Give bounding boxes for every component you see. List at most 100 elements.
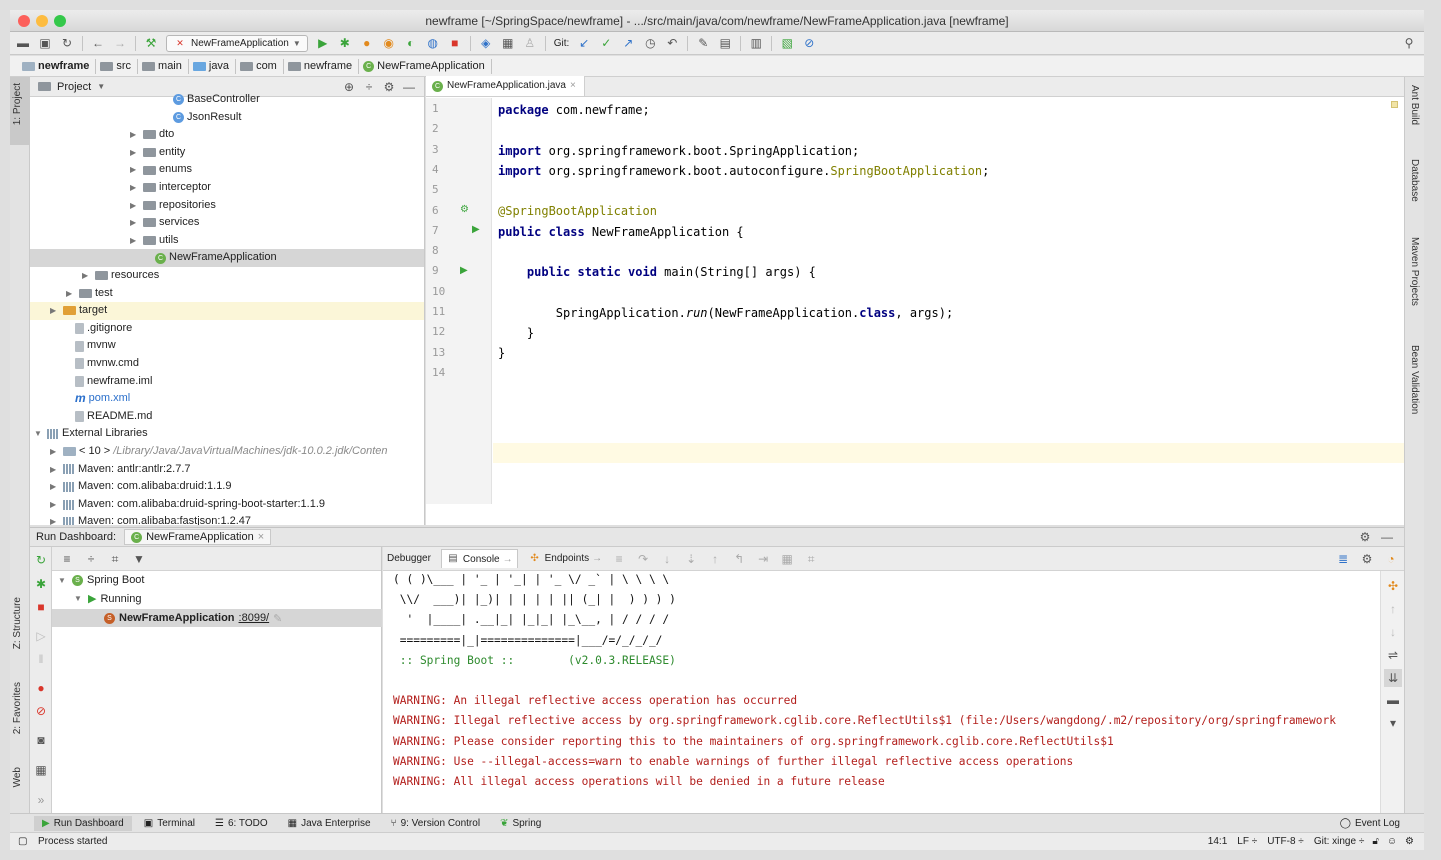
forward-icon[interactable]: →: [113, 36, 127, 50]
search-icon[interactable]: ⚲: [1402, 36, 1416, 50]
project-tree-item[interactable]: ▶ test: [30, 285, 424, 303]
git-commit-icon[interactable]: ✓: [599, 36, 613, 50]
history-icon[interactable]: ◷: [643, 36, 657, 50]
expand-arrow-icon[interactable]: ▶: [130, 232, 140, 250]
gear-icon[interactable]: ⚙: [1358, 530, 1372, 544]
tool-todo[interactable]: ☰ 6: TODO: [207, 816, 276, 831]
expand-arrow-icon[interactable]: ▶: [130, 161, 140, 179]
file-encoding[interactable]: UTF-8 ÷: [1267, 836, 1304, 847]
project-tree-item[interactable]: ▶ utils: [30, 232, 424, 250]
tool-terminal[interactable]: ▣ Terminal: [136, 816, 203, 831]
tool-event-log[interactable]: ◯ Event Log: [1332, 816, 1408, 831]
attach-icon[interactable]: ◐: [404, 36, 418, 50]
evaluate-icon[interactable]: ▦: [780, 552, 794, 566]
breadcrumb-java[interactable]: java: [189, 58, 237, 74]
caret-position[interactable]: 14:1: [1208, 836, 1227, 847]
view-breakpoints-icon[interactable]: ●: [34, 681, 48, 695]
bean-validation-tool-button[interactable]: Bean Validation: [1409, 345, 1420, 414]
line-separator[interactable]: LF ÷: [1237, 836, 1257, 847]
favorites-tool-button[interactable]: 2: Favorites: [12, 682, 23, 734]
tool-version-control[interactable]: ⑂ 9: Version Control: [383, 816, 489, 831]
project-tree-item[interactable]: ▶ target: [30, 302, 424, 320]
ant-build-tool-button[interactable]: Ant Build: [1409, 85, 1420, 125]
update-icon[interactable]: ◍: [426, 36, 440, 50]
tree-running[interactable]: ▼ ▶ Running: [74, 592, 141, 606]
project-tree-item[interactable]: newframe.iml: [30, 373, 424, 391]
run-dashboard-tab[interactable]: C NewFrameApplication ×: [124, 529, 272, 545]
run-configuration-select[interactable]: ✕ NewFrameApplication ▼: [166, 34, 308, 52]
hector-icon[interactable]: ☺: [1387, 836, 1397, 847]
sync-icon[interactable]: ↻: [60, 36, 74, 50]
maven-projects-tool-button[interactable]: Maven Projects: [1409, 237, 1420, 306]
breadcrumb-class[interactable]: C NewFrameApplication: [359, 58, 492, 74]
project-tree-item[interactable]: C BaseController: [30, 91, 424, 109]
close-window-button[interactable]: [18, 15, 30, 27]
force-step-icon[interactable]: ⇣: [684, 552, 698, 566]
profile-icon[interactable]: ◉: [382, 36, 396, 50]
tool-java-enterprise[interactable]: ▦ Java Enterprise: [280, 816, 379, 831]
project-tree-item[interactable]: ▶ interceptor: [30, 179, 424, 197]
stop-icon[interactable]: ■: [34, 600, 48, 614]
tab-console[interactable]: ▤ Console →: [440, 549, 518, 568]
project-tree-item[interactable]: .gitignore: [30, 320, 424, 338]
tree-app-row[interactable]: S NewFrameApplication :8099/ ✎: [52, 609, 382, 627]
edit-icon[interactable]: ✎: [273, 612, 282, 625]
structure-tool-button[interactable]: Z: Structure: [12, 597, 23, 649]
tree-spring-boot[interactable]: ▼ S Spring Boot: [58, 574, 144, 586]
project-tree-item[interactable]: ▶ Maven: antlr:antlr:2.7.7: [30, 461, 424, 479]
expand-arrow-icon[interactable]: ▶: [130, 126, 140, 144]
up-icon[interactable]: ↑: [1386, 602, 1400, 616]
down-icon[interactable]: ↓: [1386, 625, 1400, 639]
project-tree-item[interactable]: mvnw: [30, 337, 424, 355]
project-tree-item[interactable]: README.md: [30, 408, 424, 426]
revert-icon[interactable]: ↶: [665, 36, 679, 50]
back-icon[interactable]: ←: [91, 36, 105, 50]
project-tool-button[interactable]: 1: Project: [12, 83, 23, 125]
trash-icon[interactable]: ▾: [1386, 716, 1400, 730]
debug-icon[interactable]: ✱: [34, 577, 48, 591]
resume-icon[interactable]: ▷: [34, 629, 48, 643]
close-tab-icon[interactable]: ×: [258, 531, 264, 543]
settings-icon[interactable]: ⚙: [1360, 552, 1374, 566]
vcs-update-icon[interactable]: ◈: [479, 36, 493, 50]
step-into-icon[interactable]: ↓: [660, 552, 674, 566]
group-icon[interactable]: ⌗: [108, 552, 122, 566]
expand-arrow-icon[interactable]: ▶: [130, 144, 140, 162]
database-tool-button[interactable]: Database: [1409, 159, 1420, 202]
expand-arrow-icon[interactable]: ▶: [50, 513, 60, 525]
endpoints-icon[interactable]: ✣: [1386, 579, 1400, 593]
open-folder-icon[interactable]: ▬: [16, 36, 30, 50]
expand-all-icon[interactable]: ≡: [60, 552, 74, 566]
project-tree-item[interactable]: ▼ External Libraries: [30, 425, 424, 443]
collapse-all-icon[interactable]: ÷: [84, 552, 98, 566]
spring-bean-gutter-icon[interactable]: ⚙: [460, 204, 469, 215]
layout-icon[interactable]: ≣: [1336, 552, 1350, 566]
chevron-down-icon[interactable]: ▼: [97, 82, 105, 91]
tab-endpoints[interactable]: ✣ Endpoints →: [528, 552, 602, 566]
project-tree-item[interactable]: ▶ services: [30, 214, 424, 232]
expand-arrow-icon[interactable]: ▶: [66, 285, 76, 303]
expand-arrow-icon[interactable]: ▶: [130, 214, 140, 232]
gauge-icon[interactable]: ◔: [1384, 552, 1398, 566]
menu-icon[interactable]: ≡: [612, 552, 626, 566]
lock-icon[interactable]: 🔓︎: [1372, 836, 1378, 847]
expand-arrow-icon[interactable]: ▶: [130, 179, 140, 197]
sdk-icon[interactable]: ♙: [523, 36, 537, 50]
project-tree-item[interactable]: ▶ resources: [30, 267, 424, 285]
web-tool-button[interactable]: Web: [12, 767, 23, 787]
no-entry-icon[interactable]: ⊘: [802, 36, 816, 50]
expand-arrow-icon[interactable]: ▶: [50, 302, 60, 320]
git-push-icon[interactable]: ↗: [621, 36, 635, 50]
restore-layout-icon[interactable]: ▦: [34, 763, 48, 777]
memory-icon[interactable]: ⚙: [1405, 836, 1414, 847]
run-main-gutter-icon[interactable]: ▶: [460, 265, 468, 276]
breadcrumb-newframe[interactable]: newframe: [18, 58, 97, 74]
more-icon[interactable]: »: [34, 793, 48, 807]
project-structure-icon[interactable]: ▤: [718, 36, 732, 50]
soft-wrap-icon[interactable]: ⇌: [1386, 648, 1400, 662]
debug-icon[interactable]: ✱: [338, 36, 352, 50]
zoom-window-button[interactable]: [54, 15, 66, 27]
expand-arrow-icon[interactable]: ▶: [50, 461, 60, 479]
expand-arrow-icon[interactable]: ▼: [34, 425, 44, 443]
run-icon[interactable]: ▶: [316, 36, 330, 50]
